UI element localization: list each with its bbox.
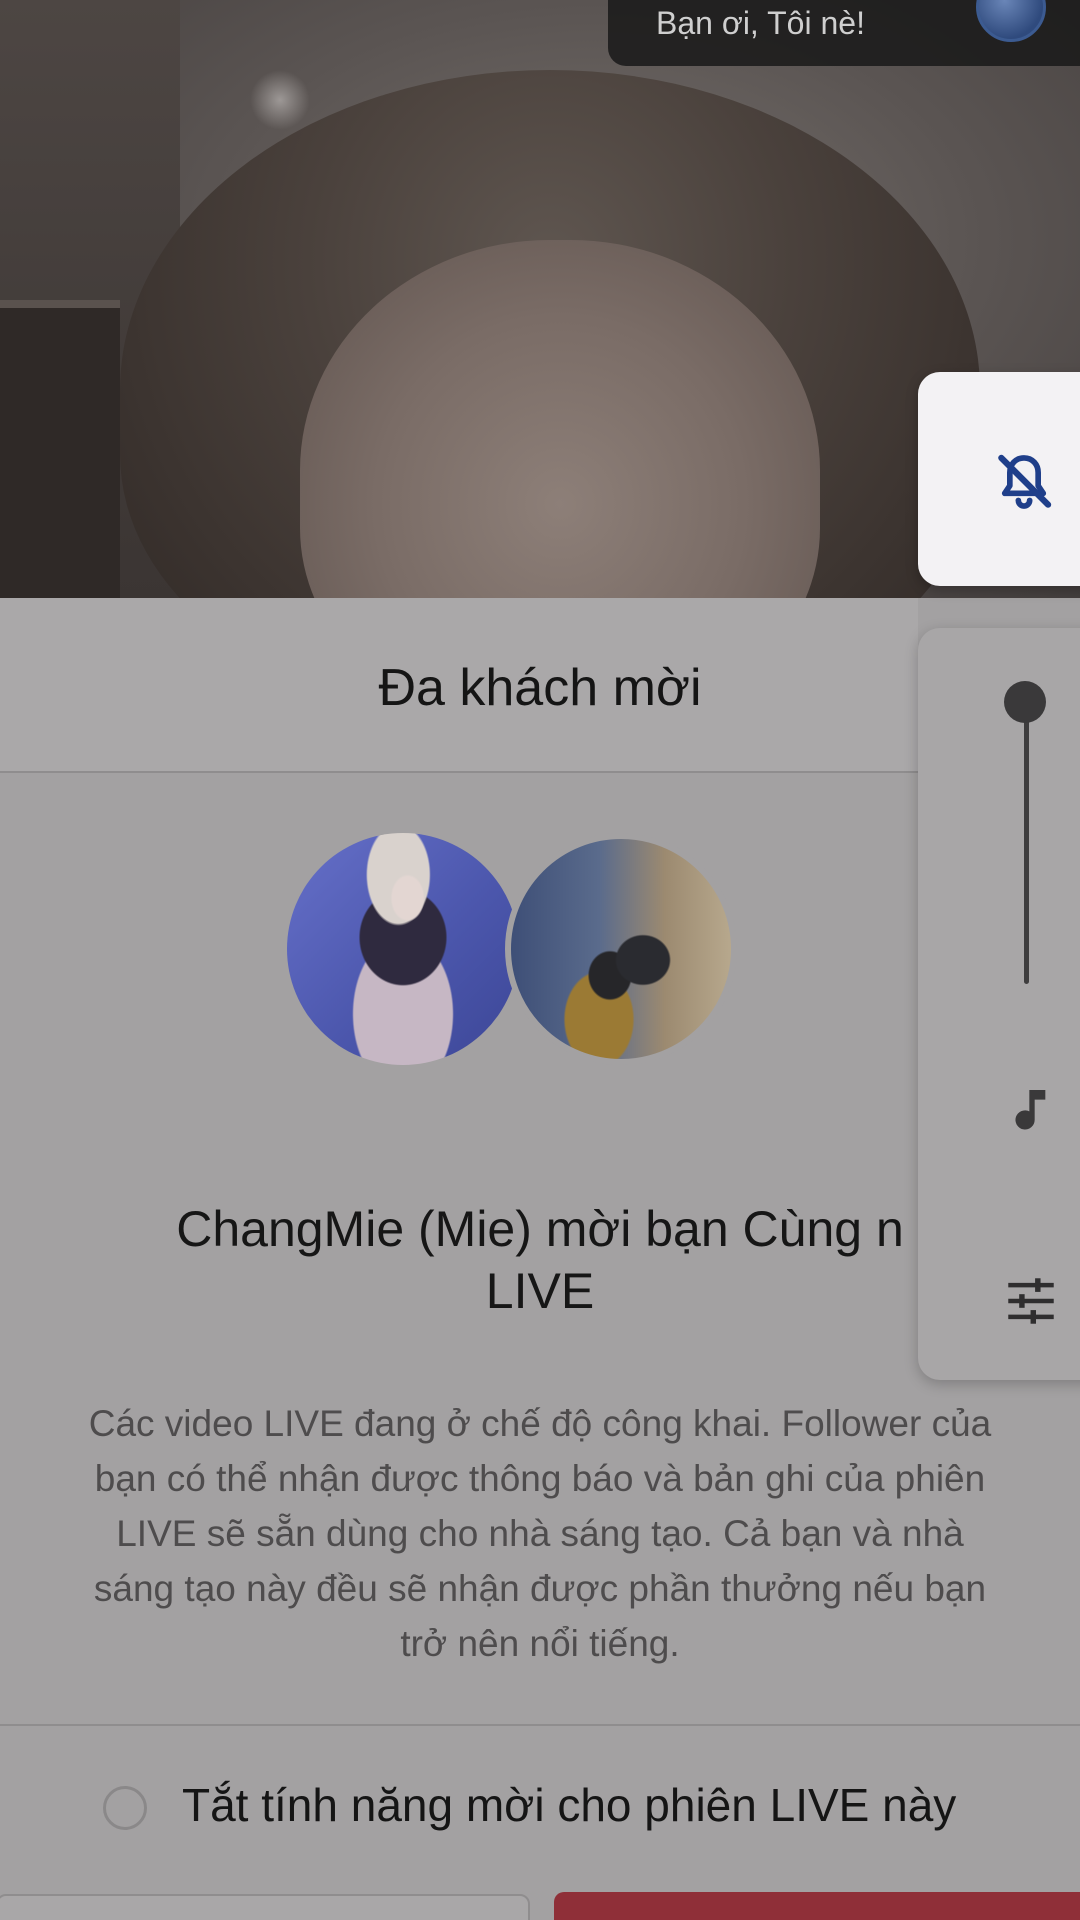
live-screen: Bạn ơi, Tôi nè! Đa khách mời ChangMie (M… xyxy=(0,0,1080,1920)
divider xyxy=(0,1724,1080,1726)
tune-icon[interactable] xyxy=(1003,1276,1059,1326)
description-line: LIVE sẽ sẵn dùng cho nhà sáng tạo. Cả bạ… xyxy=(116,1513,964,1554)
decline-button[interactable] xyxy=(0,1894,530,1920)
bell-off-icon[interactable] xyxy=(990,448,1058,516)
mute-panel[interactable] xyxy=(918,372,1080,586)
guest-avatar xyxy=(505,833,737,1065)
description-line: trở nên nổi tiếng. xyxy=(400,1623,680,1664)
accept-button[interactable] xyxy=(554,1892,1080,1920)
music-note-icon[interactable] xyxy=(1000,1080,1064,1148)
disable-invites-label: Tắt tính năng mời cho phiên LIVE này xyxy=(182,1779,957,1831)
live-description: Các video LIVE đang ở chế độ công khai. … xyxy=(0,1396,1080,1671)
description-line: sáng tạo này đều sẽ nhận được phần thưởn… xyxy=(93,1568,987,1609)
avatar-icon xyxy=(976,0,1046,42)
description-line: bạn có thể nhận được thông báo và bản gh… xyxy=(94,1458,986,1499)
host-avatar xyxy=(287,833,519,1065)
live-control-panel xyxy=(918,628,1080,1380)
invite-toast[interactable]: Bạn ơi, Tôi nè! xyxy=(608,0,1080,66)
description-line: Các video LIVE đang ở chế độ công khai. … xyxy=(88,1403,992,1444)
disable-invites-option[interactable]: Tắt tính năng mời cho phiên LIVE này xyxy=(0,1758,1080,1858)
toast-text: Bạn ơi, Tôi nè! xyxy=(656,5,865,41)
volume-slider-thumb[interactable] xyxy=(1004,681,1046,723)
disable-invites-radio[interactable] xyxy=(103,1786,147,1830)
volume-slider[interactable] xyxy=(1024,702,1029,984)
